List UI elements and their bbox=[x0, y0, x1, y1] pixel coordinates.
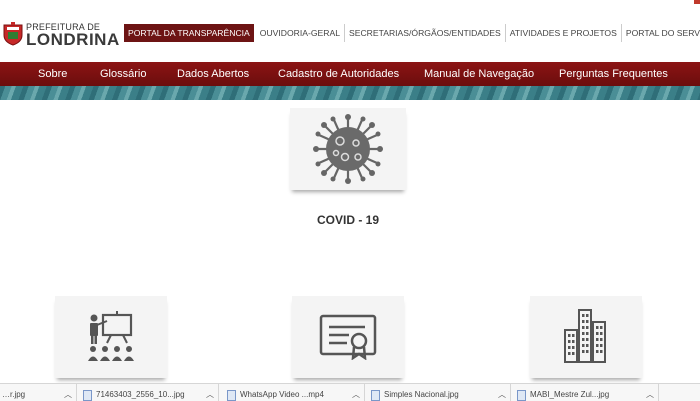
download-filename: WhatsApp Video ...mp4 bbox=[240, 390, 324, 399]
top-nav-atividades[interactable]: ATIVIDADES E PROJETOS bbox=[506, 24, 622, 42]
main-nav-dados-abertos[interactable]: Dados Abertos bbox=[177, 62, 249, 86]
chevron-up-icon[interactable]: ︿ bbox=[206, 389, 214, 400]
site-header: PREFEITURA DE LONDRINA PORTAL DA TRANSPA… bbox=[0, 0, 700, 62]
prefeitura-logo[interactable]: PREFEITURA DE LONDRINA bbox=[2, 20, 119, 50]
virus-icon bbox=[313, 114, 383, 184]
download-item[interactable]: MABI_Mestre Zul...jpg ︿ bbox=[512, 384, 659, 401]
service-card-city[interactable] bbox=[530, 296, 642, 378]
downloads-bar: …r.jpg ︿ 71463403_2556_10...jpg ︿ WhatsA… bbox=[0, 383, 700, 401]
download-filename: …r.jpg bbox=[2, 390, 26, 399]
top-nav-portal-servidor[interactable]: PORTAL DO SERVIDOR bbox=[622, 24, 700, 42]
main-nav-manual-navegacao[interactable]: Manual de Navegação bbox=[424, 62, 534, 86]
chevron-up-icon[interactable]: ︿ bbox=[498, 389, 506, 400]
covid-card[interactable] bbox=[290, 108, 406, 190]
service-card-presentation[interactable] bbox=[55, 296, 167, 378]
main-nav-sobre[interactable]: Sobre bbox=[38, 62, 67, 86]
download-item[interactable]: …r.jpg ︿ bbox=[0, 384, 77, 401]
download-filename: MABI_Mestre Zul...jpg bbox=[530, 390, 610, 399]
covid-label[interactable]: COVID - 19 bbox=[290, 213, 406, 227]
download-item[interactable]: Simples Nacional.jpg ︿ bbox=[366, 384, 511, 401]
top-nav: PORTAL DA TRANSPARÊNCIA OUVIDORIA-GERAL … bbox=[124, 24, 700, 42]
main-nav: Sobre Glossário Dados Abertos Cadastro d… bbox=[0, 62, 700, 86]
coat-of-arms-icon bbox=[3, 22, 23, 46]
download-item[interactable]: 71463403_2556_10...jpg ︿ bbox=[78, 384, 219, 401]
city-buildings-icon bbox=[564, 309, 606, 363]
file-icon bbox=[83, 390, 92, 401]
main-nav-glossario[interactable]: Glossário bbox=[100, 62, 146, 86]
logo-line2: LONDRINA bbox=[26, 30, 120, 49]
chevron-up-icon[interactable]: ︿ bbox=[646, 389, 654, 400]
top-nav-secretarias[interactable]: SECRETARIAS/ÓRGÃOS/ENTIDADES bbox=[345, 24, 506, 42]
top-nav-ouvidoria[interactable]: OUVIDORIA-GERAL bbox=[256, 24, 346, 42]
service-card-certificate[interactable] bbox=[292, 296, 404, 378]
download-filename: Simples Nacional.jpg bbox=[384, 390, 459, 399]
file-icon bbox=[371, 390, 380, 401]
presentation-audience-icon bbox=[88, 311, 134, 361]
chevron-up-icon[interactable]: ︿ bbox=[64, 389, 72, 400]
chevron-up-icon[interactable]: ︿ bbox=[352, 389, 360, 400]
header-banner-image bbox=[0, 86, 700, 100]
download-filename: 71463403_2556_10...jpg bbox=[96, 390, 185, 399]
main-nav-perguntas-frequentes[interactable]: Perguntas Frequentes bbox=[559, 62, 668, 86]
top-nav-portal-transparencia[interactable]: PORTAL DA TRANSPARÊNCIA bbox=[124, 24, 254, 42]
file-icon bbox=[517, 390, 526, 401]
corner-marker bbox=[694, 0, 700, 4]
download-item[interactable]: WhatsApp Video ...mp4 ︿ bbox=[222, 384, 365, 401]
main-nav-cadastro-autoridades[interactable]: Cadastro de Autoridades bbox=[278, 62, 399, 86]
certificate-icon bbox=[319, 314, 377, 360]
file-icon bbox=[227, 390, 236, 401]
